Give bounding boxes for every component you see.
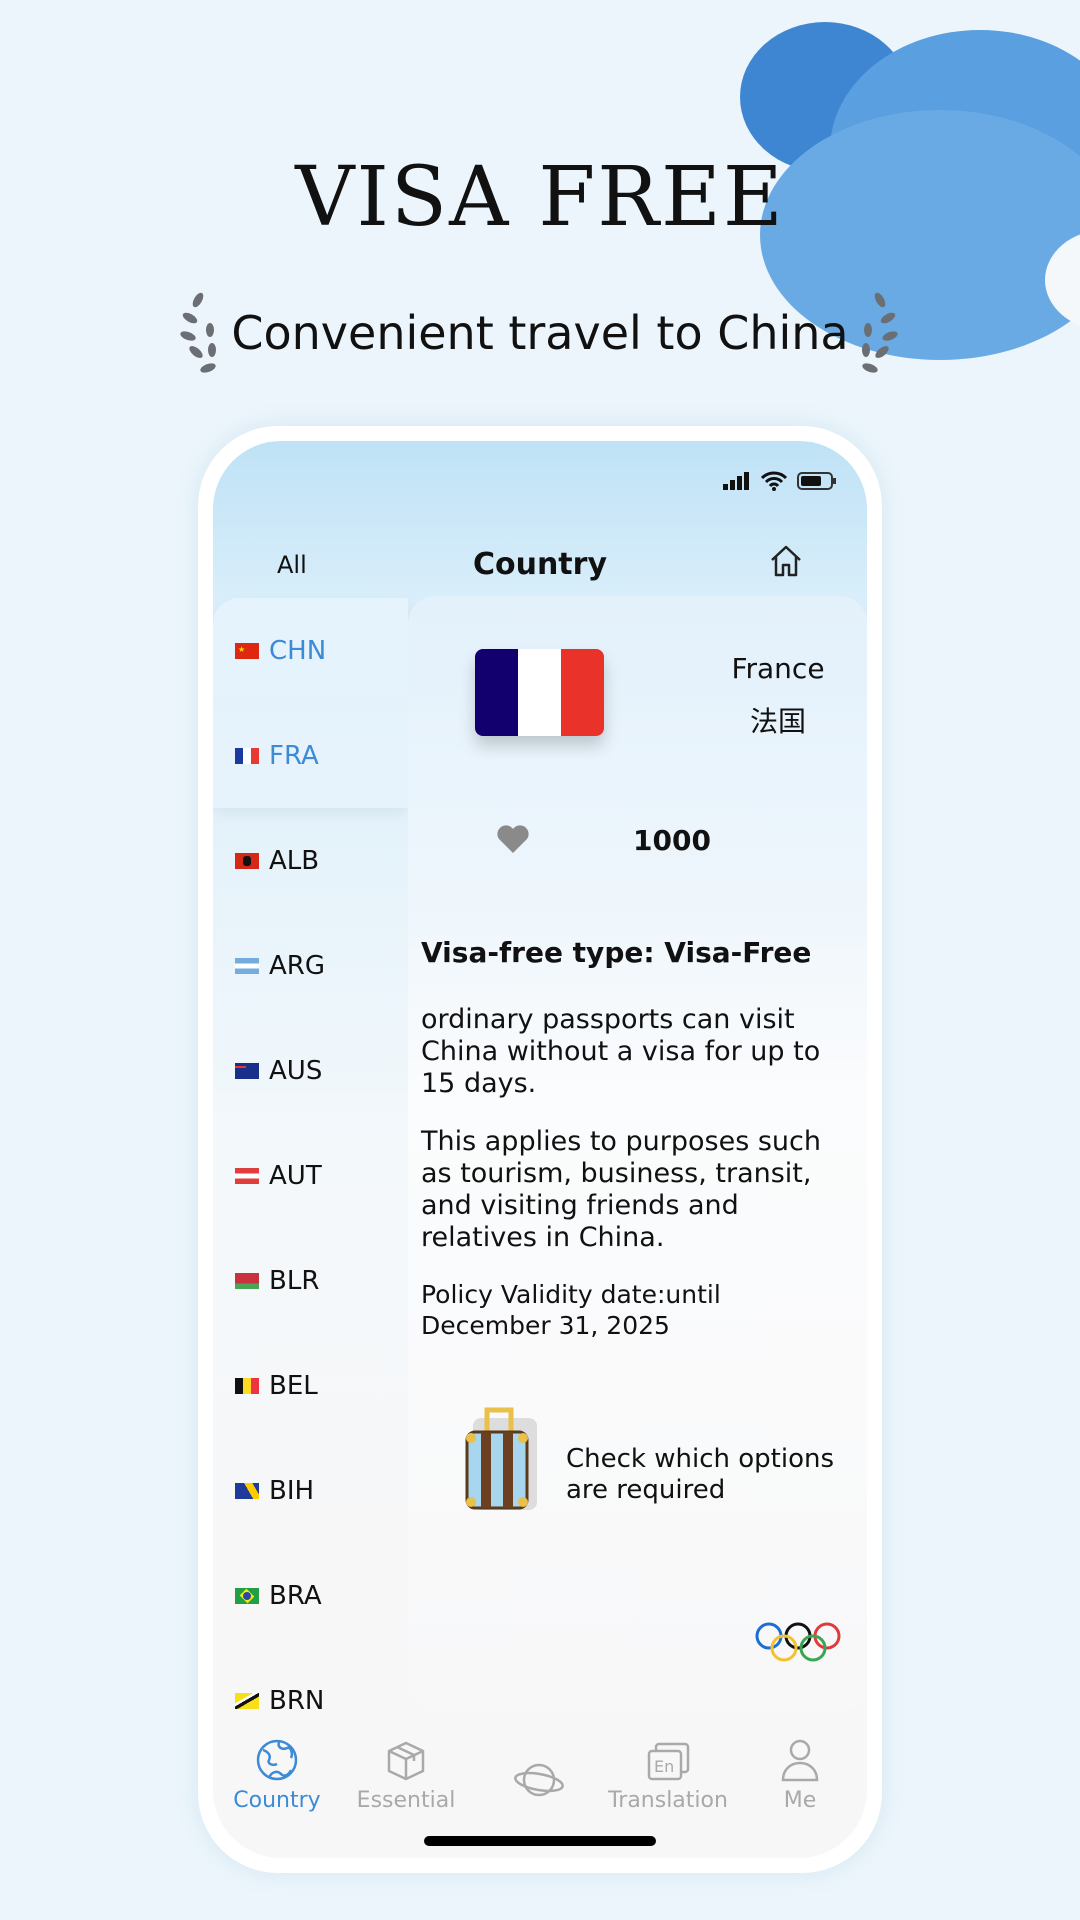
globe-icon bbox=[256, 1739, 298, 1781]
tab-translation[interactable]: En Translation bbox=[603, 1726, 733, 1813]
planet-icon bbox=[514, 1763, 564, 1797]
tab-label: Country bbox=[233, 1788, 321, 1813]
country-item-aus[interactable]: AUS bbox=[213, 1018, 408, 1123]
country-code: ALB bbox=[269, 845, 320, 876]
battery-icon bbox=[797, 472, 836, 490]
like-count: 1000 bbox=[633, 824, 711, 857]
home-indicator[interactable] bbox=[424, 1836, 656, 1846]
country-item-bel[interactable]: BEL bbox=[213, 1333, 408, 1438]
signal-icon bbox=[723, 472, 749, 490]
flag-alb-icon bbox=[235, 852, 259, 869]
promo-title: VISA FREE bbox=[295, 150, 785, 245]
country-name-zh: 法国 bbox=[749, 705, 806, 738]
flag-aus-icon bbox=[235, 1062, 259, 1079]
country-code: FRA bbox=[269, 740, 319, 771]
flag-aut-icon bbox=[235, 1167, 259, 1184]
country-code: BRA bbox=[269, 1580, 322, 1611]
country-item-alb[interactable]: ALB bbox=[213, 808, 408, 913]
country-code: CHN bbox=[269, 635, 327, 666]
home-icon[interactable] bbox=[768, 543, 804, 579]
visa-purposes: This applies to purposes such as tourism… bbox=[421, 1126, 822, 1253]
app-screen: All Country ★ CHN FRA ALB ARG AUS AUT BLR… bbox=[213, 441, 867, 1858]
flag-arg-icon bbox=[235, 957, 259, 974]
box-icon bbox=[387, 1741, 425, 1781]
country-code: AUS bbox=[269, 1055, 323, 1086]
flag-fra-icon bbox=[235, 747, 259, 764]
country-code: ARG bbox=[269, 950, 325, 981]
tab-label: Translation bbox=[608, 1788, 728, 1813]
tab-country[interactable]: Country bbox=[213, 1726, 342, 1813]
tab-essential[interactable]: Essential bbox=[341, 1726, 471, 1813]
flag-france-large bbox=[475, 649, 604, 736]
country-code: BRN bbox=[269, 1685, 325, 1716]
flag-bel-icon bbox=[235, 1377, 259, 1394]
country-code: AUT bbox=[269, 1160, 322, 1191]
check-options-link[interactable]: Check which options are required bbox=[566, 1444, 856, 1506]
country-code: BLR bbox=[269, 1265, 320, 1296]
flag-bra-icon bbox=[235, 1587, 259, 1604]
suitcase-icon[interactable] bbox=[463, 1404, 539, 1514]
country-list: ★ CHN FRA ALB ARG AUS AUT BLR BEL BIH BRA… bbox=[213, 598, 408, 1753]
heart-icon[interactable] bbox=[496, 824, 530, 854]
tab-me[interactable]: Me bbox=[735, 1726, 865, 1813]
phone-frame: All Country ★ CHN FRA ALB ARG AUS AUT BLR… bbox=[198, 426, 882, 1873]
country-code: BIH bbox=[269, 1475, 315, 1506]
country-item-chn[interactable]: ★ CHN bbox=[213, 598, 408, 703]
svg-text:En: En bbox=[654, 1757, 674, 1776]
olympic-rings-icon bbox=[755, 1622, 841, 1662]
flag-bih-icon bbox=[235, 1482, 259, 1499]
promo-subtitle: Convenient travel to China bbox=[231, 306, 849, 360]
visa-description: ordinary passports can visit China witho… bbox=[421, 1004, 821, 1099]
flag-chn-icon: ★ bbox=[235, 642, 259, 659]
tab-label: Essential bbox=[356, 1788, 456, 1813]
status-bar bbox=[723, 471, 837, 491]
country-item-bra[interactable]: BRA bbox=[213, 1543, 408, 1648]
country-name-en: France bbox=[731, 652, 825, 685]
laurel-right-icon bbox=[862, 292, 898, 373]
flag-brn-icon bbox=[235, 1692, 259, 1709]
country-item-arg[interactable]: ARG bbox=[213, 913, 408, 1018]
tab-label: Me bbox=[783, 1788, 817, 1813]
country-item-bih[interactable]: BIH bbox=[213, 1438, 408, 1543]
wifi-icon bbox=[761, 471, 787, 491]
user-icon bbox=[781, 1739, 819, 1782]
policy-validity: Policy Validity date:until December 31, … bbox=[421, 1280, 721, 1340]
translate-icon: En bbox=[647, 1742, 690, 1781]
country-detail-panel: France 法国 1000 Visa-free type: Visa-Free… bbox=[408, 596, 867, 1711]
tab-planet[interactable] bbox=[474, 1726, 604, 1808]
country-item-aut[interactable]: AUT bbox=[213, 1123, 408, 1228]
country-item-blr[interactable]: BLR bbox=[213, 1228, 408, 1333]
visa-type: Visa-free type: Visa-Free bbox=[421, 936, 812, 969]
country-item-fra[interactable]: FRA bbox=[213, 703, 408, 808]
flag-blr-icon bbox=[235, 1272, 259, 1289]
country-code: BEL bbox=[269, 1370, 318, 1401]
